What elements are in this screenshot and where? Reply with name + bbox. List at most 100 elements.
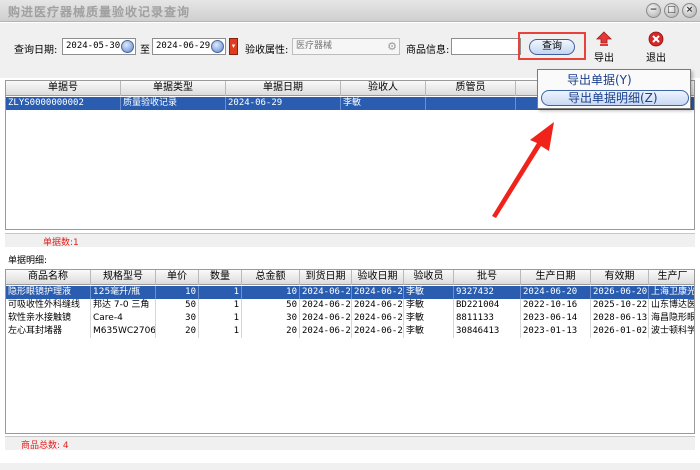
- cell-amount: 30: [242, 312, 300, 325]
- cell-checker: 李敏: [404, 299, 454, 312]
- col-header[interactable]: 质管员: [426, 81, 516, 96]
- calendar-spin-icon[interactable]: [121, 40, 134, 53]
- date-range-dropdown[interactable]: ▾: [229, 38, 238, 55]
- attr-value: 医疗器械: [296, 41, 333, 51]
- cell-checker: 李敏: [404, 325, 454, 338]
- cell-batch: 30846413: [454, 325, 521, 338]
- cell-batch: 8811133: [454, 312, 521, 325]
- col-header[interactable]: 单据类型: [121, 81, 226, 96]
- date-to-picker[interactable]: 2024-06-29: [152, 38, 226, 55]
- annotation-arrow-icon: [492, 122, 554, 218]
- query-button-highlight: 查询: [518, 32, 586, 60]
- cell-amount: 20: [242, 325, 300, 338]
- cell-checker: 李敏: [404, 286, 454, 299]
- table-row[interactable]: 隐形眼镜护理液 125毫升/瓶 10 1 10 2024-06-29 2024-…: [6, 286, 694, 299]
- cell-expiry: 2026-01-02: [593, 325, 649, 338]
- cell-price: 10: [156, 286, 199, 299]
- cell-spec: Care-4: [91, 312, 156, 325]
- col-header[interactable]: 总金额: [242, 270, 300, 285]
- col-header[interactable]: 有效期: [591, 270, 649, 285]
- close-button[interactable]: ×: [682, 3, 697, 18]
- col-header[interactable]: 生产厂: [649, 270, 694, 285]
- cell-amount: 50: [242, 299, 300, 312]
- export-button[interactable]: 导出: [588, 31, 620, 64]
- date-to-value: 2024-06-29: [156, 41, 211, 51]
- cell-arrival-date: 2024-06-29: [302, 286, 352, 299]
- exit-label: 退出: [646, 53, 666, 64]
- export-label: 导出: [594, 53, 614, 64]
- col-header[interactable]: 单价: [156, 270, 199, 285]
- col-header[interactable]: 数量: [199, 270, 242, 285]
- cell-mfg-date: 2023-01-13: [521, 325, 591, 338]
- exit-button[interactable]: 退出: [640, 31, 672, 64]
- table-row[interactable]: 左心耳封堵器 M635WC27060 20 1 20 2024-06-29 20…: [6, 325, 694, 338]
- cell-manufacturer: 上海卫康光: [651, 287, 695, 297]
- cell-amount: 10: [242, 286, 300, 299]
- export-menu: 导出单据(Y) 导出单据明细(Z): [537, 69, 691, 109]
- cell-qty: 1: [199, 299, 242, 312]
- detail-grid[interactable]: 商品名称 规格型号 单价 数量 总金额 到货日期 验收日期 验收员 批号 生产日…: [5, 269, 695, 434]
- menu-item-export-details[interactable]: 导出单据明细(Z): [541, 90, 689, 106]
- minimize-button[interactable]: −: [646, 3, 661, 18]
- col-header[interactable]: 规格型号: [91, 270, 156, 285]
- cell-qty: 1: [199, 286, 242, 299]
- col-header[interactable]: 单据日期: [226, 81, 341, 96]
- date-label: 查询日期:: [14, 45, 58, 56]
- cell-mfg-date: 2023-06-14: [521, 312, 591, 325]
- cell-arrival-date: 2024-06-29: [302, 312, 352, 325]
- col-header[interactable]: 验收员: [404, 270, 454, 285]
- cell-spec: 邦达 7-0 三角: [91, 299, 156, 312]
- cell-batch: BD221004: [454, 299, 521, 312]
- col-header[interactable]: 商品名称: [6, 270, 91, 285]
- menu-item-export-documents[interactable]: 导出单据(Y): [541, 73, 689, 89]
- document-count-bar: 单据数:1: [5, 233, 695, 248]
- date-from-value: 2024-05-30: [66, 41, 121, 51]
- table-row[interactable]: 可吸收性外科缝线 邦达 7-0 三角 50 1 50 2024-06-29 20…: [6, 299, 694, 312]
- info-label: 商品信息:: [406, 45, 450, 56]
- col-header[interactable]: 生产日期: [521, 270, 591, 285]
- cell-product: 可吸收性外科缝线: [6, 299, 91, 312]
- cell-doc-type: 质量验收记录: [121, 97, 226, 110]
- cell-qa-manager: [426, 97, 516, 110]
- cell-check-date: 2024-06-29: [354, 312, 404, 325]
- cell-arrival-date: 2024-06-29: [302, 299, 352, 312]
- date-to-separator: 至: [140, 45, 150, 56]
- query-button[interactable]: 查询: [529, 39, 575, 55]
- product-count: 商品总数: 4: [21, 441, 69, 451]
- cell-qty: 1: [199, 312, 242, 325]
- attr-combo[interactable]: 医疗器械 ⚙: [292, 38, 400, 55]
- cell-price: 50: [156, 299, 199, 312]
- product-info-input[interactable]: [451, 38, 521, 55]
- table-row[interactable]: 软性亲水接触镜 Care-4 30 1 30 2024-06-29 2024-0…: [6, 312, 694, 325]
- cell-check-date: 2024-06-29: [354, 325, 404, 338]
- cell-product: 左心耳封堵器: [6, 325, 91, 338]
- cell-product: 软性亲水接触镜: [6, 312, 91, 325]
- cell-arrival-date: 2024-06-29: [302, 325, 352, 338]
- cell-price: 20: [156, 325, 199, 338]
- calendar-spin-icon[interactable]: [211, 40, 224, 53]
- col-header[interactable]: 验收人: [341, 81, 426, 96]
- export-icon: [596, 31, 612, 46]
- cell-check-date: 2024-06-29: [354, 286, 404, 299]
- cell-manufacturer: 山东博达医: [651, 300, 695, 310]
- cell-manufacturer: 波士顿科学: [651, 326, 695, 336]
- col-header[interactable]: 到货日期: [300, 270, 352, 285]
- cell-inspector: 李敏: [341, 97, 426, 110]
- cell-price: 30: [156, 312, 199, 325]
- col-header[interactable]: 批号: [454, 270, 521, 285]
- col-header[interactable]: 验收日期: [352, 270, 404, 285]
- date-from-picker[interactable]: 2024-05-30: [62, 38, 136, 55]
- detail-section-label: 单据明细:: [8, 256, 48, 266]
- product-count-bar: 商品总数: 4: [5, 436, 695, 451]
- cell-spec: M635WC27060: [93, 325, 156, 338]
- cell-check-date: 2024-06-29: [354, 299, 404, 312]
- col-header[interactable]: 单据号: [6, 81, 121, 96]
- maximize-button[interactable]: □: [664, 3, 679, 18]
- cell-mfg-date: 2024-06-20: [521, 286, 591, 299]
- title-bar: 购进医疗器械质量验收记录查询 − □ ×: [0, 0, 700, 22]
- cell-manufacturer: 海昌隐形眼: [651, 313, 695, 323]
- cell-expiry: 2026-06-20: [593, 286, 649, 299]
- cell-doc-date: 2024-06-29: [226, 97, 341, 110]
- window-bottom-edge: [0, 463, 700, 470]
- cell-expiry: 2028-06-13: [593, 312, 649, 325]
